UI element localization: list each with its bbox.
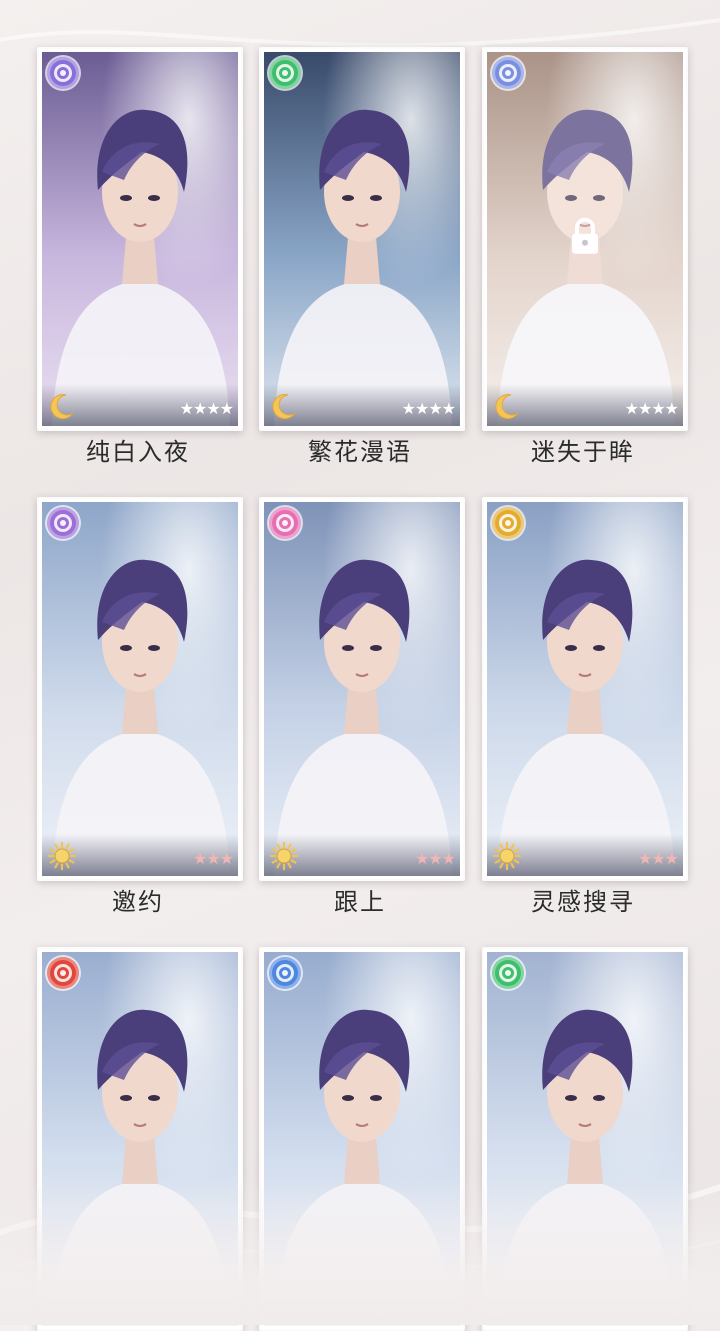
attribute-icon — [269, 57, 301, 89]
lock-icon — [568, 216, 602, 256]
attribute-icon — [47, 57, 79, 89]
sun-icon — [492, 841, 522, 871]
memory-card[interactable] — [259, 947, 465, 1331]
card-portrait — [42, 502, 238, 876]
memory-card[interactable]: ★★★★ — [482, 47, 688, 431]
memory-card-grid: ★★★★ 纯白入夜 ★★★★ 繁花漫语 ★★★★ 迷失于眸 ★★★ 邀约 ★★★… — [0, 0, 720, 1331]
card-title: 迷失于眸 — [531, 438, 635, 466]
card-portrait — [264, 952, 460, 1326]
memory-card[interactable]: ★★★ — [37, 497, 243, 881]
memory-card[interactable]: ★★★ — [259, 497, 465, 881]
card-title: 跟上 — [334, 888, 386, 916]
attribute-icon — [492, 507, 524, 539]
star-rating: ★★★★ — [401, 399, 456, 418]
card-portrait — [487, 502, 683, 876]
star-rating: ★★★ — [192, 849, 234, 868]
memory-card[interactable] — [37, 947, 243, 1331]
attribute-icon — [269, 507, 301, 539]
sun-icon — [47, 841, 77, 871]
memory-card[interactable]: ★★★★ — [259, 47, 465, 431]
card-portrait — [487, 952, 683, 1326]
star-rating: ★★★★ — [624, 399, 679, 418]
sun-icon — [269, 841, 299, 871]
card-title: 邀约 — [112, 888, 164, 916]
moon-icon — [269, 391, 299, 421]
star-rating: ★★★★ — [179, 399, 234, 418]
star-rating: ★★★ — [637, 849, 679, 868]
attribute-icon — [47, 957, 79, 989]
attribute-icon — [269, 957, 301, 989]
card-portrait — [264, 52, 460, 426]
memory-card[interactable]: ★★★ — [482, 497, 688, 881]
card-portrait — [42, 952, 238, 1326]
attribute-icon — [492, 57, 524, 89]
card-portrait — [264, 502, 460, 876]
star-rating: ★★★ — [414, 849, 456, 868]
card-portrait — [42, 52, 238, 426]
card-title: 繁花漫语 — [308, 438, 412, 466]
memory-card[interactable] — [482, 947, 688, 1331]
moon-icon — [492, 391, 522, 421]
attribute-icon — [47, 507, 79, 539]
memory-card[interactable]: ★★★★ — [37, 47, 243, 431]
card-title: 纯白入夜 — [86, 438, 190, 466]
card-title: 灵感搜寻 — [531, 888, 635, 916]
attribute-icon — [492, 957, 524, 989]
moon-icon — [47, 391, 77, 421]
